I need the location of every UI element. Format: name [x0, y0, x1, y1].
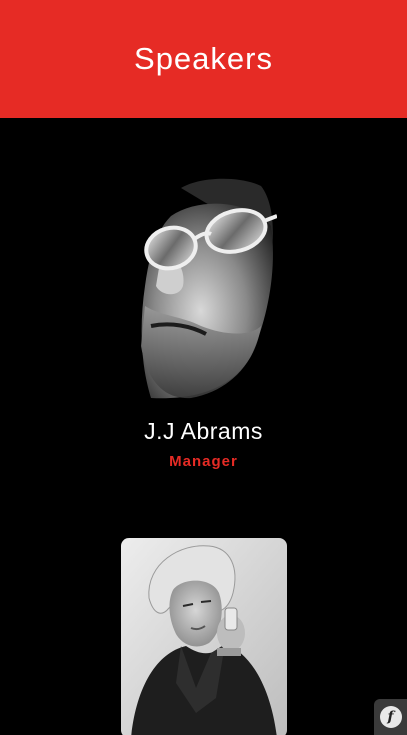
page-title: Speakers [134, 41, 273, 76]
speakers-list[interactable]: J.J Abrams Manager f [0, 118, 407, 735]
symfony-toolbar-button[interactable]: f [374, 699, 407, 735]
speaker-photo [131, 176, 277, 400]
symfony-icon: f [379, 706, 402, 728]
speaker-portrait-man-sunglasses-icon [131, 176, 277, 400]
speaker-card[interactable]: J.J Abrams Manager [0, 118, 407, 488]
speaker-role: Manager [169, 453, 238, 470]
app-header: Speakers [0, 0, 407, 118]
speaker-card[interactable] [0, 538, 407, 735]
speaker-photo [121, 538, 287, 735]
speaker-portrait-woman-icon [121, 538, 287, 735]
speaker-name: J.J Abrams [144, 418, 263, 444]
